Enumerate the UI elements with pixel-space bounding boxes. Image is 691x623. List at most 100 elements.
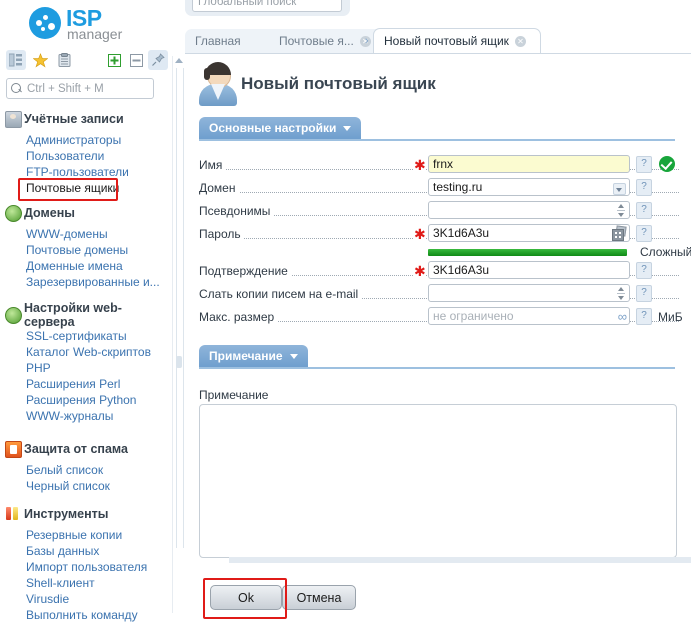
section-tab-note[interactable]: Примечание <box>199 345 308 367</box>
copies-email-input[interactable] <box>428 284 630 302</box>
ok-button-label: Ok <box>238 590 254 605</box>
global-search[interactable]: Глобальный поиск <box>185 0 350 16</box>
stepper-icon[interactable] <box>617 287 625 300</box>
cancel-button[interactable]: Отмена <box>282 585 356 610</box>
sidebar-item-label: Расширения Perl <box>26 377 121 391</box>
required-marker: ✱ <box>414 226 426 243</box>
section-tab-label: Примечание <box>209 349 283 363</box>
sidebar-item-users[interactable]: Пользователи <box>0 148 170 164</box>
field-label: Пароль <box>199 227 244 241</box>
sidebar-item-www-logs[interactable]: WWW-журналы <box>0 408 170 424</box>
sidebar-item-perl[interactable]: Расширения Perl <box>0 376 170 392</box>
domain-select[interactable]: testing.ru <box>428 178 630 196</box>
brand-name-light: manager <box>67 26 123 42</box>
star-icon[interactable] <box>30 50 50 70</box>
help-icon[interactable]: ? <box>636 179 652 196</box>
field-label: Имя <box>199 158 226 172</box>
help-icon[interactable]: ? <box>636 202 652 219</box>
ok-button[interactable]: Ok <box>210 585 282 610</box>
chevron-down-icon <box>289 353 298 359</box>
field-row-name: Имя ✱ frnx ? <box>199 155 679 175</box>
password-input-value: 3K1d6A3u <box>433 226 490 240</box>
sidebar-item-label: Почтовые домены <box>26 243 129 257</box>
maxsize-input[interactable]: не ограничено ∞ <box>428 307 630 325</box>
name-input[interactable]: frnx <box>428 155 630 173</box>
sidebar-item-label: Virusdie <box>26 592 70 606</box>
sidebar-item-label: FTP-пользователи <box>26 165 129 179</box>
sidebar-item-domain-names[interactable]: Доменные имена <box>0 258 170 274</box>
isp-logo-icon <box>29 7 61 39</box>
chevron-down-icon[interactable] <box>613 183 626 195</box>
password-input[interactable]: 3K1d6A3u <box>428 224 630 242</box>
sidebar-item-blacklist[interactable]: Черный список <box>0 478 170 494</box>
sidebar-group-accounts: Учётные записи Администраторы Пользовате… <box>0 110 170 196</box>
sidebar-item-php[interactable]: PHP <box>0 360 170 376</box>
sidebar-item-backups[interactable]: Резервные копии <box>0 527 170 543</box>
sidebar-item-virusdie[interactable]: Virusdie <box>0 591 170 607</box>
scroll-up-icon[interactable] <box>175 58 183 63</box>
sidebar-item-reserved[interactable]: Зарезервированные и... <box>0 274 170 290</box>
avatar <box>197 62 239 106</box>
logo: ISP manager <box>0 0 170 48</box>
field-row-password: Пароль ✱ 3K1d6A3u ? <box>199 224 679 244</box>
infinity-icon[interactable]: ∞ <box>618 310 627 323</box>
aliases-input[interactable] <box>428 201 630 219</box>
sidebar-item-ssl[interactable]: SSL-сертификаты <box>0 328 170 344</box>
clipboard-icon[interactable] <box>54 50 74 70</box>
tree-icon[interactable] <box>6 50 26 70</box>
shield-icon <box>5 441 22 458</box>
stepper-icon[interactable] <box>617 204 625 217</box>
global-search-input[interactable]: Глобальный поиск <box>192 0 342 12</box>
scrollbar-track[interactable] <box>176 68 184 548</box>
sidebar-item-label: Белый список <box>26 463 104 477</box>
section-tab-label: Основные настройки <box>209 121 337 135</box>
search-placeholder: Ctrl + Shift + M <box>27 82 104 95</box>
close-icon[interactable]: ✕ <box>514 35 526 47</box>
search-input[interactable]: Ctrl + Shift + M <box>6 78 154 99</box>
required-marker: ✱ <box>414 263 426 280</box>
help-icon[interactable]: ? <box>636 156 652 173</box>
expand-all-icon[interactable] <box>104 50 124 70</box>
sidebar-group-header[interactable]: Инструменты <box>0 505 170 523</box>
tab-bar: Главная Почтовые я... ✕ › Новый почтовый… <box>185 28 691 54</box>
domain-select-value: testing.ru <box>433 180 483 194</box>
sidebar-group-header[interactable]: Защита от спама <box>0 440 170 458</box>
user-icon <box>5 111 22 128</box>
sidebar-group-label: Учётные записи <box>24 112 124 126</box>
sidebar-item-shell-client[interactable]: Shell-клиент <box>0 575 170 591</box>
sidebar-item-databases[interactable]: Базы данных <box>0 543 170 559</box>
password-strength: Сложный <box>428 245 691 259</box>
collapse-all-icon[interactable] <box>126 50 146 70</box>
required-marker: ✱ <box>414 157 426 174</box>
globe-icon <box>5 205 22 222</box>
password-strength-bar <box>428 249 627 256</box>
sidebar-item-www-domains[interactable]: WWW-домены <box>0 226 170 242</box>
sidebar-item-webscripts[interactable]: Каталог Web-скриптов <box>0 344 170 360</box>
sidebar-scrollbar[interactable] <box>172 56 185 613</box>
sidebar-item-whitelist[interactable]: Белый список <box>0 462 170 478</box>
sidebar-item-label: Импорт пользователя <box>26 560 148 574</box>
sidebar-group-header[interactable]: Настройки web-сервера <box>0 301 170 329</box>
sidebar-item-user-import[interactable]: Импорт пользователя <box>0 559 170 575</box>
help-icon[interactable]: ? <box>636 308 652 325</box>
section-tab-main[interactable]: Основные настройки <box>199 117 362 139</box>
note-textarea[interactable] <box>199 404 677 558</box>
help-icon[interactable]: ? <box>636 262 652 279</box>
sidebar-item-mailboxes[interactable]: Почтовые ящики <box>0 180 170 196</box>
sidebar-item-python[interactable]: Расширения Python <box>0 392 170 408</box>
pin-icon[interactable] <box>148 50 168 70</box>
sidebar-group-header[interactable]: Домены <box>0 204 170 222</box>
help-icon[interactable]: ? <box>636 285 652 302</box>
generate-password-icon[interactable] <box>612 225 627 241</box>
sidebar-item-ftp-users[interactable]: FTP-пользователи <box>0 164 170 180</box>
sidebar-group-header[interactable]: Учётные записи <box>0 110 170 128</box>
help-icon[interactable]: ? <box>636 225 652 242</box>
sidebar-item-administrators[interactable]: Администраторы <box>0 132 170 148</box>
scrollbar-thumb[interactable] <box>176 356 182 368</box>
field-label: Макс. размер <box>199 310 278 324</box>
sidebar-item-run-command[interactable]: Выполнить команду <box>0 607 170 623</box>
tab-new-mailbox[interactable]: Новый почтовый ящик ✕ <box>373 28 541 53</box>
sidebar-item-mail-domains[interactable]: Почтовые домены <box>0 242 170 258</box>
sidebar-item-label: Почтовые ящики <box>26 181 120 195</box>
confirm-password-input[interactable]: 3K1d6A3u <box>428 261 630 279</box>
